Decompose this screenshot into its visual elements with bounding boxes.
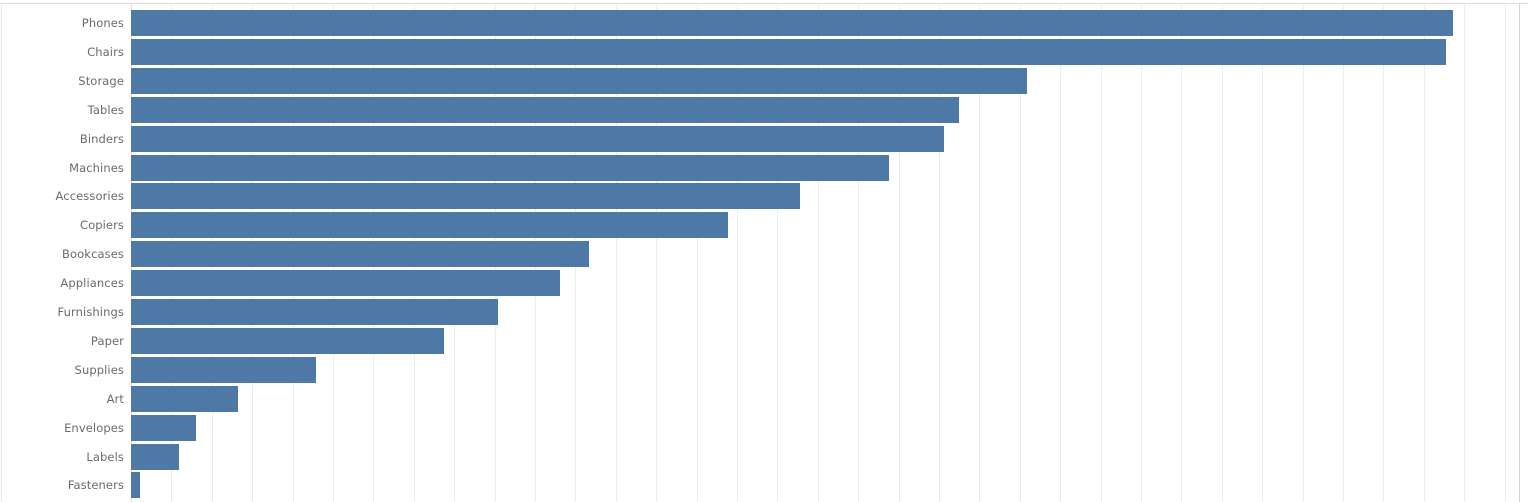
bar-row[interactable] — [131, 269, 1519, 298]
bar-paper[interactable] — [131, 327, 444, 354]
bar-row[interactable] — [131, 356, 1519, 385]
bar-storage[interactable] — [131, 67, 1027, 94]
bar-chairs[interactable] — [131, 38, 1446, 65]
bar-binders[interactable] — [131, 125, 944, 152]
bar-accessories[interactable] — [131, 183, 800, 210]
bar-row[interactable] — [131, 38, 1519, 67]
bar-row[interactable] — [131, 125, 1519, 154]
bar-row[interactable] — [131, 182, 1519, 211]
bar-copiers[interactable] — [131, 212, 728, 239]
axis-label-envelopes[interactable]: Envelopes — [0, 414, 124, 443]
axis-label-appliances[interactable]: Appliances — [0, 269, 124, 298]
bar-supplies[interactable] — [131, 356, 316, 383]
bar-row[interactable] — [131, 327, 1519, 356]
bar-tables[interactable] — [131, 96, 959, 123]
bar-row[interactable] — [131, 298, 1519, 327]
bar-phones[interactable] — [131, 10, 1453, 36]
bar-row[interactable] — [131, 471, 1519, 500]
bar-row[interactable] — [131, 240, 1519, 269]
axis-label-labels[interactable]: Labels — [0, 443, 124, 472]
axis-label-accessories[interactable]: Accessories — [0, 182, 124, 211]
bar-row[interactable] — [131, 96, 1519, 125]
axis-label-art[interactable]: Art — [0, 385, 124, 414]
axis-label-bookcases[interactable]: Bookcases — [0, 240, 124, 269]
axis-label-phones[interactable]: Phones — [0, 9, 124, 38]
axis-label-machines[interactable]: Machines — [0, 154, 124, 183]
bar-furnishings[interactable] — [131, 299, 498, 325]
bar-envelopes[interactable] — [131, 414, 196, 441]
bar-fasteners[interactable] — [131, 472, 140, 499]
bar-machines[interactable] — [131, 154, 889, 181]
bar-series — [131, 4, 1519, 502]
bar-row[interactable] — [131, 443, 1519, 472]
axis-label-tables[interactable]: Tables — [0, 96, 124, 125]
bar-row[interactable] — [131, 385, 1519, 414]
bar-bookcases[interactable] — [131, 241, 589, 268]
bar-chart-viz: Phones Chairs Storage Tables Binders Machines… — [0, 0, 1528, 502]
axis-label-furnishings[interactable]: Furnishings — [0, 298, 124, 327]
category-axis-labels: Phones Chairs Storage Tables Binders Machines… — [0, 4, 131, 502]
bar-row[interactable] — [131, 154, 1519, 183]
axis-label-chairs[interactable]: Chairs — [0, 38, 124, 67]
axis-label-fasteners[interactable]: Fasteners — [0, 471, 124, 500]
axis-label-storage[interactable]: Storage — [0, 67, 124, 96]
axis-label-paper[interactable]: Paper — [0, 327, 124, 356]
axis-label-binders[interactable]: Binders — [0, 125, 124, 154]
plot-area — [131, 4, 1519, 502]
bar-row[interactable] — [131, 67, 1519, 96]
bar-row[interactable] — [131, 414, 1519, 443]
bar-row[interactable] — [131, 9, 1519, 38]
axis-label-copiers[interactable]: Copiers — [0, 211, 124, 240]
bar-row[interactable] — [131, 211, 1519, 240]
chart-right-border — [1519, 3, 1520, 502]
axis-label-supplies[interactable]: Supplies — [0, 356, 124, 385]
bar-labels[interactable] — [131, 443, 179, 470]
bar-art[interactable] — [131, 385, 238, 412]
bar-appliances[interactable] — [131, 270, 560, 297]
